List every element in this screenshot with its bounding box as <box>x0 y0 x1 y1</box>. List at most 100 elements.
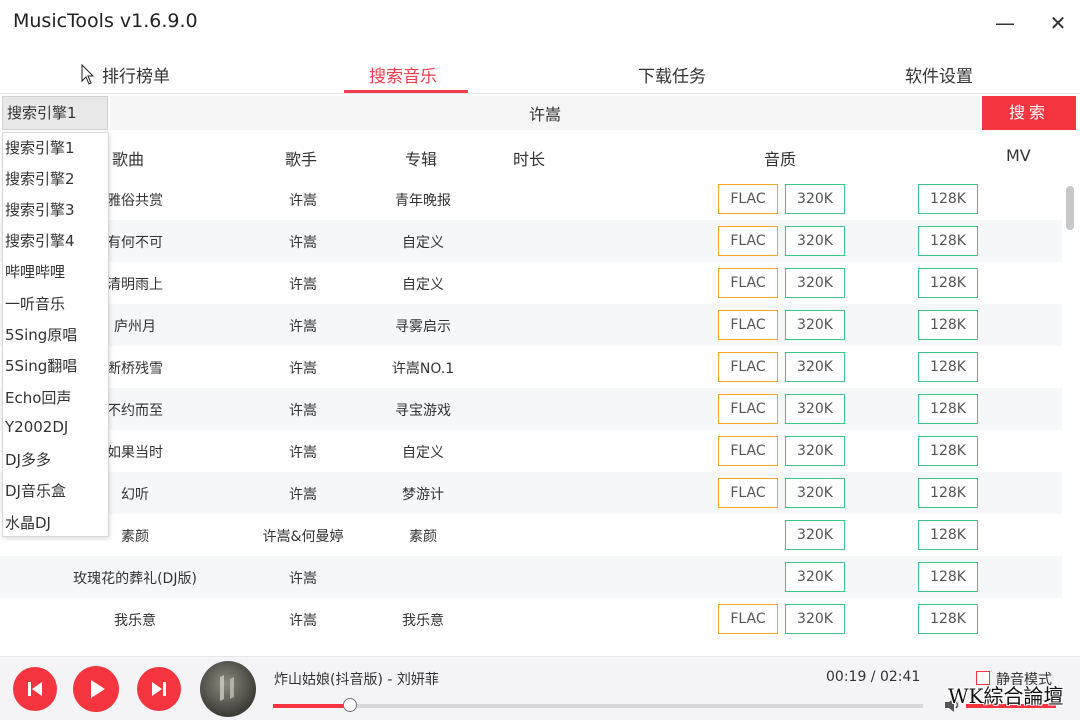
column-mv: MV <box>1006 146 1031 165</box>
table-row[interactable]: 我乐意 许嵩 我乐意 FLAC 320K 128K <box>0 598 1062 640</box>
engine-option[interactable]: 哔哩哔哩 <box>5 261 65 282</box>
320k-download-button[interactable]: 320K <box>785 478 845 508</box>
128k-download-button[interactable]: 128K <box>918 352 978 382</box>
song-title: 玫瑰花的葬礼(DJ版) <box>73 571 197 587</box>
play-icon <box>91 680 105 698</box>
table-row[interactable]: 雅俗共赏 许嵩 青年晚报 FLAC 320K 128K <box>0 178 1062 220</box>
128k-download-button[interactable]: 128K <box>918 604 978 634</box>
song-album: 青年晚报 <box>395 193 451 209</box>
search-input[interactable] <box>110 96 980 130</box>
table-row[interactable]: 幻听 许嵩 梦游计 FLAC 320K 128K <box>0 472 1062 514</box>
320k-download-button[interactable]: 320K <box>785 352 845 382</box>
engine-option[interactable]: DJ音乐盒 <box>5 480 66 501</box>
table-row[interactable]: 有何不可 许嵩 自定义 FLAC 320K 128K <box>0 220 1062 262</box>
flac-download-button[interactable]: FLAC <box>718 604 778 634</box>
next-icon <box>152 682 166 696</box>
128k-download-button[interactable]: 128K <box>918 394 978 424</box>
128k-download-button[interactable]: 128K <box>918 310 978 340</box>
play-button[interactable] <box>73 666 119 712</box>
flac-download-button[interactable]: FLAC <box>718 352 778 382</box>
tab-charts[interactable]: 排行榜单 <box>102 62 170 87</box>
song-list: 雅俗共赏 许嵩 青年晚报 FLAC 320K 128K 有何不可 许嵩 自定义 … <box>0 178 1062 650</box>
close-button[interactable]: ✕ <box>1043 8 1073 38</box>
playback-time: 00:19 / 02:41 <box>826 669 921 685</box>
flac-download-button[interactable]: FLAC <box>718 394 778 424</box>
table-row[interactable]: 不约而至 许嵩 寻宝游戏 FLAC 320K 128K <box>0 388 1062 430</box>
128k-download-button[interactable]: 128K <box>918 478 978 508</box>
engine-dropdown: 搜索引擎1 搜索引擎2 搜索引擎3 搜索引擎4 哔哩哔哩 一听音乐 5Sing原… <box>2 132 109 537</box>
song-album: 寻雾启示 <box>395 319 451 335</box>
flac-download-button[interactable]: FLAC <box>718 184 778 214</box>
128k-download-button[interactable]: 128K <box>918 436 978 466</box>
song-artist: 许嵩 <box>289 319 317 335</box>
song-artist: 许嵩 <box>289 445 317 461</box>
engine-option[interactable]: 搜索引擎2 <box>5 168 75 189</box>
song-artist: 许嵩 <box>289 193 317 209</box>
table-row[interactable]: 断桥残雪 许嵩 许嵩NO.1 FLAC 320K 128K <box>0 346 1062 388</box>
watermark-text: WK綜合論壇 <box>948 684 1064 708</box>
column-quality: 音质 <box>764 150 797 169</box>
next-button[interactable] <box>137 667 181 711</box>
320k-download-button[interactable]: 320K <box>785 226 845 256</box>
previous-button[interactable] <box>13 667 57 711</box>
flac-download-button[interactable]: FLAC <box>718 478 778 508</box>
song-album: 素颜 <box>409 529 437 545</box>
engine-option[interactable]: 水晶DJ <box>5 512 51 533</box>
engine-option[interactable]: Y2002DJ <box>5 418 68 436</box>
engine-select[interactable]: 搜索引擎1 <box>2 96 108 130</box>
tab-downloads[interactable]: 下载任务 <box>638 62 706 87</box>
128k-download-button[interactable]: 128K <box>918 562 978 592</box>
scrollbar-track[interactable] <box>1064 178 1076 650</box>
main-tabs: 排行榜单 搜索音乐 下载任务 软件设置 <box>0 52 1080 94</box>
320k-download-button[interactable]: 320K <box>785 520 845 550</box>
table-row[interactable]: 素颜 许嵩&何曼婷 素颜 320K 128K <box>0 514 1062 556</box>
128k-download-button[interactable]: 128K <box>918 520 978 550</box>
title-bar: MusicTools v1.6.9.0 — ✕ <box>0 0 1080 46</box>
engine-option[interactable]: 5Sing翻唱 <box>5 355 77 376</box>
320k-download-button[interactable]: 320K <box>785 604 845 634</box>
engine-option[interactable]: 搜索引擎4 <box>5 230 75 251</box>
song-album: 自定义 <box>402 235 444 251</box>
128k-download-button[interactable]: 128K <box>918 268 978 298</box>
engine-option[interactable]: DJ多多 <box>5 449 51 470</box>
table-row[interactable]: 清明雨上 许嵩 自定义 FLAC 320K 128K <box>0 262 1062 304</box>
tab-settings[interactable]: 软件设置 <box>905 62 973 87</box>
128k-download-button[interactable]: 128K <box>918 226 978 256</box>
flac-download-button[interactable]: FLAC <box>718 268 778 298</box>
song-album: 寻宝游戏 <box>395 403 451 419</box>
engine-option[interactable]: 5Sing原唱 <box>5 324 77 345</box>
320k-download-button[interactable]: 320K <box>785 436 845 466</box>
320k-download-button[interactable]: 320K <box>785 184 845 214</box>
engine-option[interactable]: 一听音乐 <box>5 293 65 314</box>
progress-bar[interactable] <box>273 698 923 712</box>
128k-download-button[interactable]: 128K <box>918 184 978 214</box>
minimize-button[interactable]: — <box>990 8 1020 38</box>
search-button[interactable]: 搜索 <box>982 96 1076 130</box>
scrollbar-thumb[interactable] <box>1066 186 1074 230</box>
song-album: 我乐意 <box>402 613 444 629</box>
engine-option[interactable]: 搜索引擎3 <box>5 199 75 220</box>
song-album: 自定义 <box>402 277 444 293</box>
engine-option[interactable]: Echo回声 <box>5 387 71 408</box>
320k-download-button[interactable]: 320K <box>785 562 845 592</box>
tab-search[interactable]: 搜索音乐 <box>369 62 437 87</box>
engine-option[interactable]: 搜索引擎1 <box>5 137 75 158</box>
progress-fill <box>273 704 350 708</box>
song-artist: 许嵩 <box>289 613 317 629</box>
320k-download-button[interactable]: 320K <box>785 394 845 424</box>
flac-download-button[interactable]: FLAC <box>718 436 778 466</box>
song-artist: 许嵩 <box>289 235 317 251</box>
table-header: 歌曲 歌手 专辑 时长 音质 MV <box>0 138 1080 176</box>
table-row[interactable]: 如果当时 许嵩 自定义 FLAC 320K 128K <box>0 430 1062 472</box>
flac-download-button[interactable]: FLAC <box>718 226 778 256</box>
320k-download-button[interactable]: 320K <box>785 310 845 340</box>
album-cover[interactable] <box>200 661 256 717</box>
table-row[interactable]: 庐州月 许嵩 寻雾启示 FLAC 320K 128K <box>0 304 1062 346</box>
previous-icon <box>28 682 42 696</box>
song-album: 许嵩NO.1 <box>391 361 455 377</box>
320k-download-button[interactable]: 320K <box>785 268 845 298</box>
table-row[interactable]: 玫瑰花的葬礼(DJ版) 许嵩 320K 128K <box>0 556 1062 598</box>
window-title: MusicTools v1.6.9.0 <box>13 10 198 32</box>
progress-handle[interactable] <box>342 698 357 712</box>
flac-download-button[interactable]: FLAC <box>718 310 778 340</box>
